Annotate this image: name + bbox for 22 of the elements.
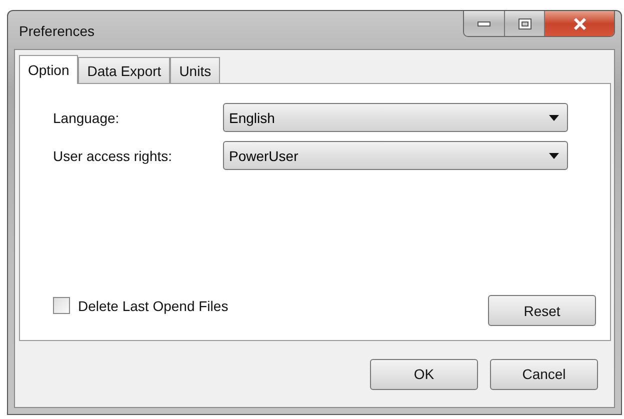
dropdown[interactable]: English	[223, 103, 568, 132]
caret-icon	[549, 114, 559, 120]
minimize-button[interactable]	[464, 11, 504, 36]
maximize-icon	[518, 18, 532, 30]
tab[interactable]: Units	[170, 57, 220, 83]
field-label: Language:	[53, 110, 120, 126]
minimize-icon	[477, 20, 491, 26]
tab[interactable]: Data Export	[78, 57, 170, 83]
maximize-button[interactable]	[504, 11, 544, 36]
checkbox[interactable]: Delete Last Opend Files	[53, 297, 228, 314]
window-title: Preferences	[19, 23, 94, 39]
dropdown[interactable]: PowerUser	[223, 141, 568, 170]
close-button[interactable]	[544, 11, 614, 36]
checkbox-label: Delete Last Opend Files	[78, 298, 228, 314]
field-label: User access rights:	[53, 148, 174, 164]
caret-icon	[549, 152, 559, 158]
dialog-button[interactable]: Cancel	[490, 358, 598, 390]
checkbox-box[interactable]	[53, 297, 70, 314]
close-icon	[572, 16, 588, 30]
reset-button[interactable]: Reset	[488, 295, 596, 326]
dialog-button[interactable]: OK	[370, 358, 478, 390]
tab[interactable]: Option	[19, 55, 78, 84]
